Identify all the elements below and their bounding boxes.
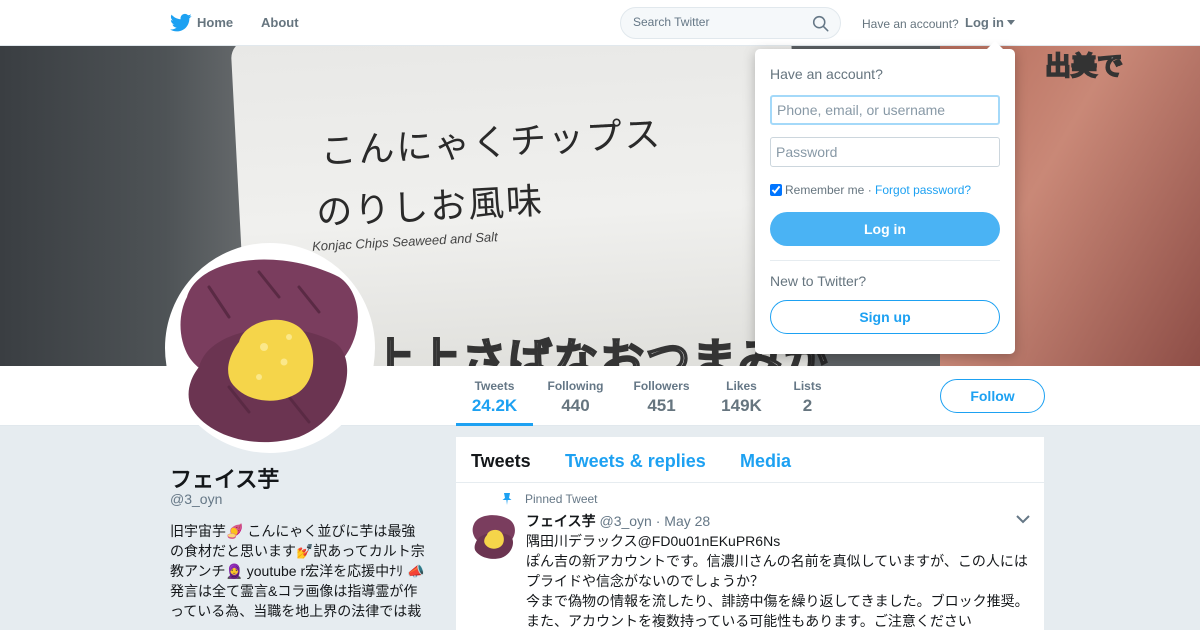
search-icon[interactable] [812, 15, 829, 32]
have-account-text: Have an account? [862, 17, 959, 31]
forgot-password-link[interactable]: Forgot password? [875, 183, 971, 197]
caret-down-icon [1007, 20, 1015, 25]
tweet-line: ぽん吉の新アカウントです。信濃川さんの名前を真似していますが、この人には [526, 553, 1028, 569]
stat-value: 149K [721, 396, 762, 415]
chevron-down-icon[interactable] [1016, 514, 1030, 524]
stat-label: Lists [793, 379, 822, 393]
bio-line: 発言は全て霊言&コラ画像は指導霊が作 [170, 583, 418, 599]
tweet-author-handle[interactable]: @3_oyn [599, 513, 651, 529]
password-field[interactable] [770, 137, 1000, 167]
tab-tweets[interactable]: Tweets [471, 451, 531, 472]
new-to-twitter-text: New to Twitter? [770, 273, 867, 289]
stat-label: Following [547, 379, 604, 393]
profile-avatar[interactable] [165, 243, 375, 453]
tweet-line: プライドや信念がないのでしょうか？ [526, 573, 764, 589]
login-dropdown: Have an account? Remember me · Forgot pa… [755, 41, 1015, 354]
login-dropdown-toggle[interactable]: Log in [965, 15, 1015, 30]
stat-label: Likes [726, 379, 757, 393]
tweet-header: フェイス芋 @3_oyn · May 28 [526, 511, 710, 531]
bio-line: っている為、当職を地上界の法律では裁 [170, 603, 422, 619]
tweet-separator: · [655, 513, 661, 529]
top-navigation-bar: Home About Have an account? Log in [0, 0, 1200, 46]
timeline-tabs: Tweets Tweets & replies Media [456, 437, 1044, 483]
follow-button[interactable]: Follow [940, 379, 1045, 413]
stat-label: Tweets [474, 379, 515, 393]
sweet-potato-avatar-image [472, 515, 515, 559]
stat-lists[interactable]: Lists 2 [788, 366, 827, 426]
nav-home-link[interactable]: Home [197, 15, 233, 30]
tab-tweets-replies[interactable]: Tweets & replies [565, 451, 706, 472]
tweet-date[interactable]: May 28 [664, 513, 710, 529]
tweet-line: 隅田川デラックス@FD0u01nEKuPR6Ns [526, 533, 781, 549]
stat-value: 451 [647, 396, 676, 415]
stat-following[interactable]: Following 440 [543, 366, 608, 426]
profile-handle[interactable]: @3_oyn [170, 491, 222, 507]
banner-corner-text: 出美で [1044, 51, 1124, 83]
stat-value: 24.2K [471, 396, 518, 415]
login-button[interactable]: Log in [770, 212, 1000, 246]
tab-media[interactable]: Media [740, 451, 791, 472]
tweet-line: また、アカウントを複数持っている可能性もあります。ご注意ください [526, 613, 972, 629]
dropdown-title: Have an account? [770, 66, 883, 82]
pin-icon [502, 493, 512, 505]
remember-me-checkbox[interactable] [770, 184, 782, 196]
remember-me-label[interactable]: Remember me [785, 183, 864, 197]
tweet-avatar[interactable] [470, 512, 518, 560]
tweet-line: 今まで偽物の情報を流したり、誹謗中傷を繰り返してきました。ブロック推奨。 [526, 593, 1029, 609]
search-box [620, 7, 841, 39]
remember-separator: · [867, 183, 872, 197]
dropdown-arrow [987, 41, 1003, 49]
profile-bio: 旧宇宙芋🍠 こんにゃく並びに芋は最強 の食材だと思います💅訳あってカルト宗 教ア… [170, 521, 432, 621]
tweet-text: 隅田川デラックス@FD0u01nEKuPR6Ns ぽん吉の新アカウントです。信濃… [526, 531, 1036, 630]
stat-followers[interactable]: Followers 451 [628, 366, 695, 426]
bio-line: 旧宇宙芋🍠 こんにゃく並びに芋は最強 [170, 523, 416, 539]
profile-name: フェイス芋 [170, 467, 280, 492]
username-field[interactable] [770, 95, 1000, 125]
bio-line: 教アンチ🧕 youtube r宏洋を応援中ﾅﾘ 📣 [170, 563, 425, 579]
bio-line: の食材だと思います💅訳あってカルト宗 [170, 543, 425, 559]
login-toggle-label: Log in [965, 15, 1004, 30]
signup-button[interactable]: Sign up [770, 300, 1000, 334]
search-input[interactable] [633, 15, 803, 29]
tweet-author-name[interactable]: フェイス芋 [526, 513, 596, 529]
timeline: Tweets Tweets & replies Media Pinned Twe… [456, 437, 1044, 630]
stat-tweets[interactable]: Tweets 24.2K [456, 366, 533, 426]
nav-about-link[interactable]: About [261, 15, 299, 30]
stat-label: Followers [633, 379, 690, 393]
twitter-bird-icon[interactable] [170, 13, 192, 33]
stat-value: 440 [561, 396, 590, 415]
dropdown-divider [770, 260, 1000, 261]
sweet-potato-avatar-image [180, 259, 358, 443]
pinned-label: Pinned Tweet [525, 492, 598, 506]
stat-likes[interactable]: Likes 149K [715, 366, 768, 426]
remember-row: Remember me · Forgot password? [770, 183, 971, 197]
stat-value: 2 [802, 396, 813, 415]
